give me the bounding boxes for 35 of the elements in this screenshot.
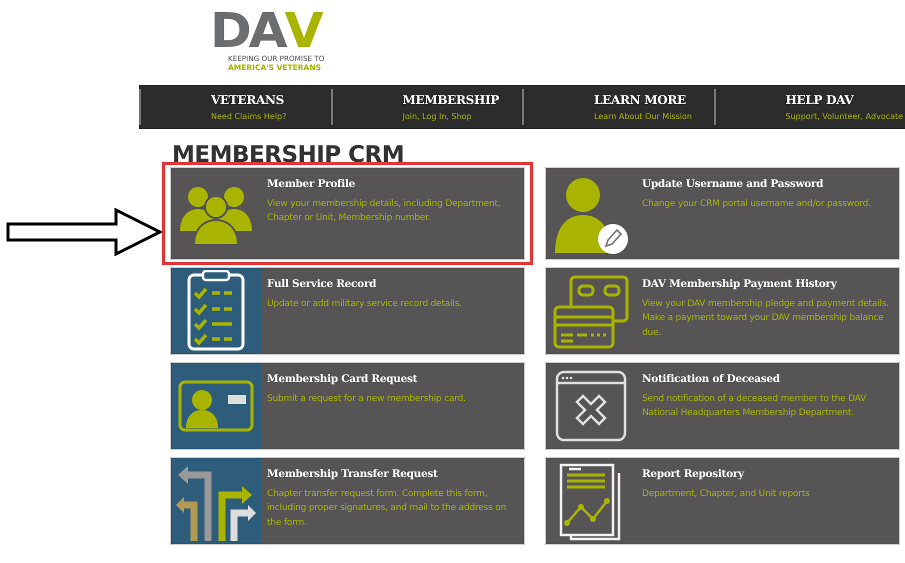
tile-description: Submit a request for a new membership card. — [267, 393, 466, 406]
window-x-icon — [555, 370, 627, 442]
tile-description: Update or add military service record details. — [267, 298, 462, 311]
logo-letters: V — [284, 11, 320, 51]
menu-tile[interactable]: Notification of Deceased Send notification of a deceased member to the DAV National Headquarters Membership Department. — [545, 362, 900, 450]
tile-title: Full Service Record — [267, 278, 378, 290]
nav-item[interactable]: VETERANS Need Claims Help? — [139, 89, 330, 125]
menu-tile[interactable]: Membership Card Request Submit a request for a new membership card. — [170, 362, 525, 450]
tile-title: DAV Membership Payment History — [642, 278, 838, 290]
payment-cards-icon — [553, 273, 629, 349]
nav-item[interactable]: HELP DAV Support, Volunteer, Advocate — [714, 89, 905, 125]
tile-title: Membership Transfer Request — [267, 468, 439, 480]
tile-title: Membership Card Request — [267, 373, 418, 385]
tile-description: View your membership details, including Department, Chapter or Unit, Membership number. — [267, 198, 502, 226]
tile-description: Change your CRM portal username and/or password. — [642, 198, 871, 211]
nav-item[interactable]: MEMBERSHIP Join, Log In, Shop — [330, 89, 522, 125]
menu-tile[interactable]: Update Username and Password Change your CRM portal username and/or password. — [545, 167, 900, 260]
tile-description: View your DAV membership pledge and payment details. Make a payment toward your DAV membership balance due. — [642, 298, 889, 340]
checklist-clipboard-icon — [186, 270, 246, 352]
menu-tile[interactable]: DAV Membership Payment History View your DAV membership pledge and payment details. Make a payment toward your DAV membership balance due. — [545, 267, 900, 355]
nav-item[interactable]: LEARN MORE Learn About Our Mission — [522, 89, 714, 125]
tile-title: Report Repository — [642, 468, 746, 480]
tile-description: Chapter transfer request form. Complete this form, including proper signatures, and mail to the address on the form. — [267, 488, 508, 530]
tile-title: Update Username and Password — [642, 178, 824, 190]
tile-description: Send notification of a deceased member to the DAV National Headquarters Membership Department. — [642, 393, 868, 420]
menu-tile[interactable]: Membership Transfer Request Chapter transfer request form. Complete this form, including proper signatures, and mail to the address on the form. — [170, 457, 525, 545]
id-card-icon — [178, 380, 254, 432]
page-heading: MEMBERSHIP CRM — [172, 143, 404, 167]
logo-letters: DA — [210, 11, 285, 51]
menu-tile[interactable]: Member Profile View your membership details, including Department, Chapter or Unit, Membership number. — [170, 167, 525, 260]
tile-title: Member Profile — [267, 178, 356, 190]
menu-tile[interactable]: Full Service Record Update or add military service record details. — [170, 267, 525, 355]
menu-tile[interactable]: Report Repository Department, Chapter, and Unit reports — [545, 457, 900, 545]
tile-description: Department, Chapter, and Unit reports — [642, 488, 810, 501]
tile-title: Notification of Deceased — [642, 373, 781, 385]
